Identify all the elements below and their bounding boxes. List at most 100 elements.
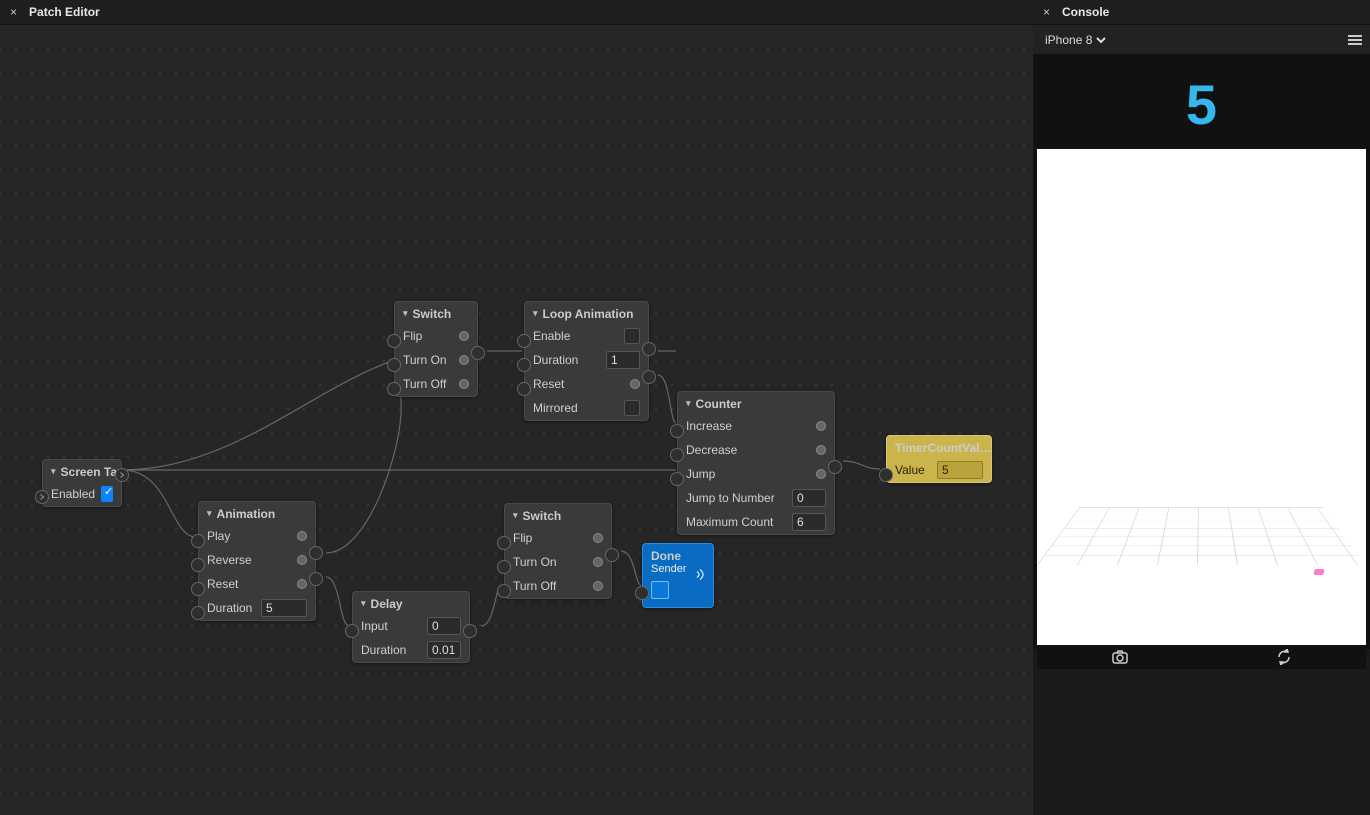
pulse-port[interactable] [816, 469, 826, 479]
console-topbar: × Console [1033, 0, 1370, 25]
port-in[interactable] [670, 424, 684, 438]
node-animation[interactable]: ▾Animation Play Reverse Reset Duration [198, 501, 316, 621]
camera-icon[interactable] [1111, 649, 1129, 665]
node-graph[interactable]: ▾Screen Tap Enabled ▾Animation Play Reve… [0, 25, 1033, 815]
value-input[interactable] [937, 461, 983, 479]
port-in[interactable] [387, 334, 401, 348]
port-in[interactable] [345, 624, 359, 638]
field-label: Enabled [51, 487, 95, 501]
wire-layer [0, 25, 1033, 815]
pulse-port[interactable] [593, 557, 603, 567]
console-output [1033, 649, 1370, 815]
port-in[interactable] [35, 490, 49, 504]
node-title: TimerCountVal… [895, 441, 991, 455]
field-label: Enable [533, 329, 618, 343]
switch-camera-icon[interactable] [1276, 649, 1292, 665]
pulse-port[interactable] [630, 379, 640, 389]
port-out[interactable] [605, 548, 619, 562]
preview-toolbar [1037, 645, 1366, 669]
close-icon[interactable]: × [1043, 5, 1050, 19]
field-label: Turn On [403, 353, 453, 367]
port-in[interactable] [191, 582, 205, 596]
field-label: Reset [207, 577, 291, 591]
port-out[interactable] [463, 624, 477, 638]
port-in[interactable] [387, 358, 401, 372]
port-out[interactable] [471, 346, 485, 360]
close-icon[interactable]: × [10, 5, 17, 19]
device-dropdown[interactable]: iPhone 8 [1041, 32, 1109, 48]
port-in[interactable] [517, 382, 531, 396]
scene-object [1313, 569, 1324, 575]
port-out[interactable] [309, 546, 323, 560]
field-label: Jump to Number [686, 491, 786, 505]
menu-icon[interactable] [1348, 35, 1362, 45]
field-label: Turn On [513, 555, 587, 569]
jump-input[interactable] [792, 489, 826, 507]
port-in[interactable] [497, 560, 511, 574]
node-title: Switch [413, 307, 452, 321]
patch-editor-topbar: × Patch Editor [0, 0, 1033, 25]
node-counter[interactable]: ▾Counter Increase Decrease Jump Jump to … [677, 391, 835, 535]
port-in[interactable] [635, 586, 649, 600]
port-out[interactable] [309, 572, 323, 586]
pulse-port[interactable] [459, 331, 469, 341]
duration-input[interactable] [261, 599, 307, 617]
preview-viewport: 5 [1033, 55, 1370, 649]
port-in[interactable] [191, 606, 205, 620]
node-delay[interactable]: ▾Delay Input Duration [352, 591, 470, 663]
node-loop-animation[interactable]: ▾Loop Animation Enable Duration Reset Mi… [524, 301, 649, 421]
checkbox[interactable] [624, 328, 640, 344]
port-in[interactable] [497, 584, 511, 598]
port-out[interactable] [115, 468, 129, 482]
port-in[interactable] [497, 536, 511, 550]
pulse-port[interactable] [459, 379, 469, 389]
field-label: Jump [686, 467, 810, 481]
ground-grid [1037, 507, 1366, 565]
input-field[interactable] [427, 617, 461, 635]
port-out[interactable] [642, 370, 656, 384]
port-in[interactable] [191, 534, 205, 548]
field-label: Turn Off [513, 579, 587, 593]
port-in[interactable] [517, 334, 531, 348]
pulse-port[interactable] [297, 579, 307, 589]
pulse-port[interactable] [297, 531, 307, 541]
field-label: Mirrored [533, 401, 618, 415]
duration-input[interactable] [427, 641, 461, 659]
max-input[interactable] [792, 513, 826, 531]
panel-title: Patch Editor [29, 5, 100, 19]
node-screen-tap[interactable]: ▾Screen Tap Enabled [42, 459, 122, 507]
pulse-port[interactable] [459, 355, 469, 365]
node-done[interactable]: Done Sender [642, 543, 714, 608]
field-label: Reverse [207, 553, 291, 567]
node-switch-2[interactable]: ▾Switch Flip Turn On Turn Off [504, 503, 612, 599]
port-in[interactable] [670, 472, 684, 486]
pulse-port[interactable] [816, 445, 826, 455]
checkbox[interactable] [624, 400, 640, 416]
port-in[interactable] [879, 468, 893, 482]
node-timer-value[interactable]: TimerCountVal… Value [886, 435, 992, 483]
field-label: Duration [207, 601, 255, 615]
port-out[interactable] [642, 342, 656, 356]
pulse-port[interactable] [297, 555, 307, 565]
port-in[interactable] [517, 358, 531, 372]
pulse-port[interactable] [593, 581, 603, 591]
pulse-port[interactable] [593, 533, 603, 543]
sender-value[interactable] [651, 581, 669, 599]
node-title: Switch [523, 509, 562, 523]
node-switch-1[interactable]: ▾Switch Flip Turn On Turn Off [394, 301, 478, 397]
node-title: Screen Tap [61, 465, 121, 479]
node-title: Counter [696, 397, 742, 411]
node-title: Loop Animation [543, 307, 634, 321]
field-label: Reset [533, 377, 624, 391]
duration-input[interactable] [606, 351, 640, 369]
port-out[interactable] [828, 460, 842, 474]
port-in[interactable] [387, 382, 401, 396]
pulse-port[interactable] [816, 421, 826, 431]
port-in[interactable] [191, 558, 205, 572]
port-in[interactable] [670, 448, 684, 462]
field-label: Increase [686, 419, 810, 433]
field-label: Input [361, 619, 421, 633]
phone-preview: 5 [1037, 59, 1366, 645]
field-label: Duration [361, 643, 421, 657]
enabled-checkbox[interactable] [101, 486, 113, 502]
